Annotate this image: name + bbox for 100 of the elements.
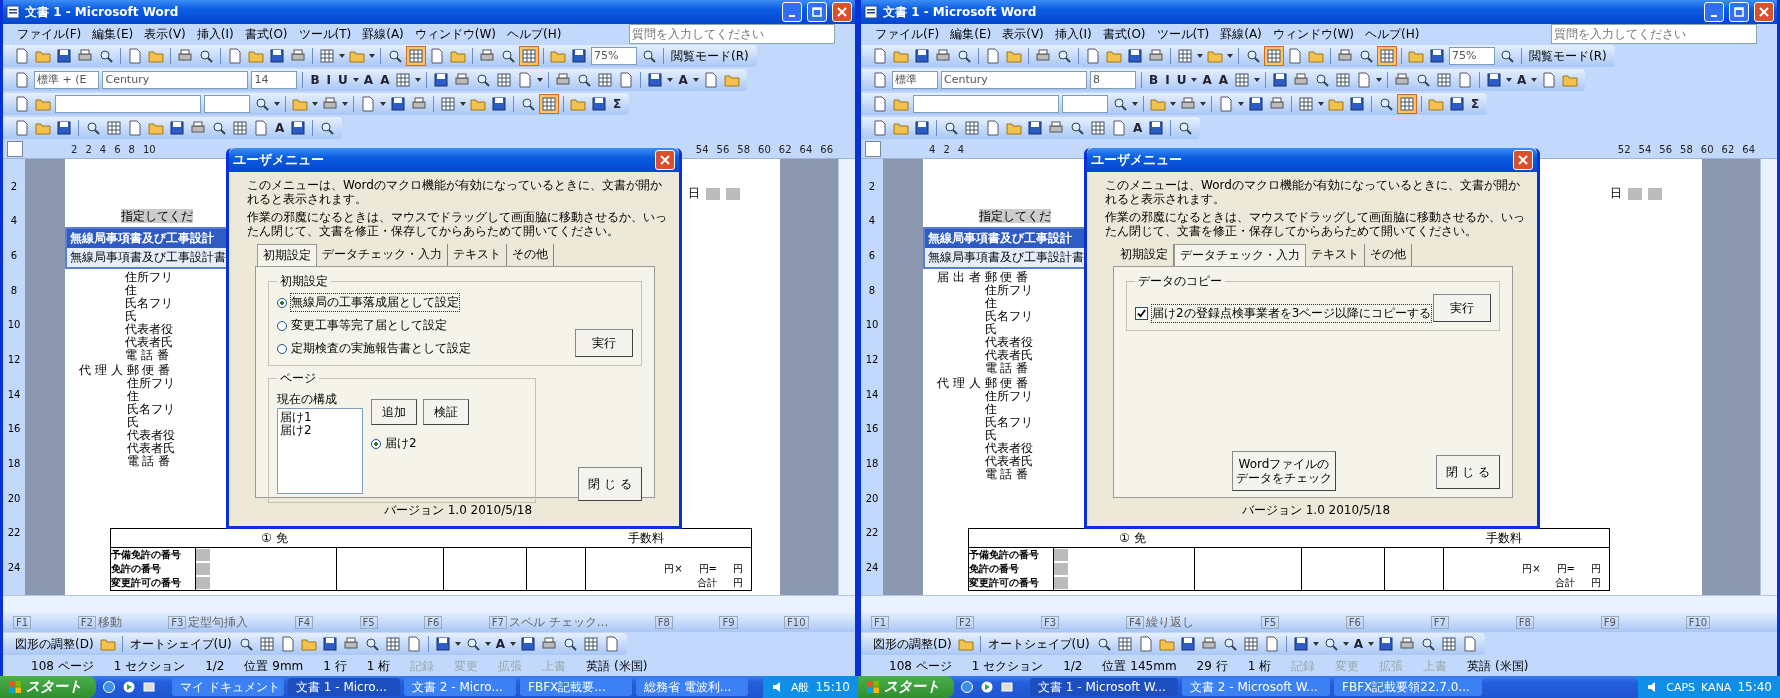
menu-item[interactable]: ヘルプ(H) [507, 25, 562, 43]
list-box[interactable]: 届け1 届け2 [277, 408, 363, 494]
taskbar-button[interactable]: 文書 2 - Microsoft W... [1182, 678, 1330, 696]
radio-button[interactable] [371, 438, 381, 449]
radio-button[interactable] [277, 343, 287, 354]
combo-box[interactable] [55, 95, 201, 113]
magnifier-icon[interactable] [1055, 47, 1073, 65]
caret-icon[interactable] [312, 102, 318, 106]
page-icon[interactable] [428, 47, 446, 65]
grid-icon[interactable] [963, 119, 981, 137]
media-icon[interactable] [122, 680, 136, 694]
caret-icon[interactable] [1312, 642, 1319, 646]
page-icon[interactable] [984, 119, 1002, 137]
grid-icon[interactable] [383, 635, 402, 653]
caret-icon[interactable] [339, 54, 345, 58]
maximize-button[interactable] [807, 2, 827, 22]
grid-icon[interactable] [1440, 635, 1459, 653]
menu-item[interactable]: 挿入(I) [196, 25, 234, 43]
magnifier-icon[interactable] [1111, 95, 1129, 113]
close-button[interactable] [1754, 2, 1774, 22]
grid-icon[interactable] [105, 119, 123, 137]
close-button[interactable] [832, 2, 852, 22]
menu-item[interactable]: ウィンドウ(W) [1272, 25, 1355, 43]
toolbar-button[interactable]: A [1200, 73, 1214, 87]
menu-item[interactable]: ファイル(F) [875, 25, 940, 43]
magnifier-icon[interactable] [84, 119, 102, 137]
reading-mode-button[interactable]: 閲覧モード(R) [1527, 47, 1609, 65]
caret-icon[interactable] [537, 78, 544, 82]
menu-item[interactable]: 表示(V) [1002, 25, 1044, 43]
dropdown-option[interactable]: 無線局事項書及び工事設計書 [67, 248, 229, 267]
list-item[interactable]: 届け2 [280, 424, 360, 437]
grid-icon[interactable] [439, 95, 457, 113]
caret-icon[interactable] [510, 642, 517, 646]
caret-icon[interactable] [454, 642, 461, 646]
toolbar-button[interactable]: A [1216, 73, 1230, 87]
close-button[interactable] [655, 150, 675, 170]
caret-icon[interactable] [1227, 54, 1233, 58]
close-button[interactable] [1513, 150, 1533, 170]
page-icon[interactable] [871, 71, 889, 89]
taskbar-button[interactable]: FBFX記載要... [520, 678, 632, 696]
caret-icon[interactable] [1200, 102, 1206, 106]
magnifier-icon[interactable] [499, 47, 517, 65]
caret-icon[interactable] [274, 102, 280, 106]
toolbar-button[interactable]: B [308, 73, 322, 87]
menu-item[interactable]: 書式(O) [244, 25, 288, 43]
menu-item[interactable]: 編集(E) [92, 25, 134, 43]
menu-item[interactable]: 挿入(I) [1054, 25, 1092, 43]
grid-icon[interactable] [1115, 635, 1134, 653]
caret-icon[interactable] [415, 78, 422, 82]
caret-icon[interactable] [369, 54, 375, 58]
combo-box[interactable]: 8 [1090, 71, 1136, 89]
close-dialog-button[interactable]: 閉 じ る [578, 467, 642, 501]
combo-box[interactable] [913, 95, 1059, 113]
toolbar-button[interactable]: B [1147, 73, 1161, 87]
function-key[interactable]: F10 [1685, 615, 1711, 629]
menu-item[interactable]: ウィンドウ(W) [414, 25, 497, 43]
toolbar-button[interactable]: I [1163, 73, 1172, 87]
grid-icon[interactable] [1333, 71, 1352, 89]
page-icon[interactable] [984, 47, 1002, 65]
caret-icon[interactable] [352, 78, 359, 82]
caret-icon[interactable] [1253, 78, 1260, 82]
grid-icon[interactable] [318, 47, 336, 65]
menu-item[interactable]: 書式(O) [1102, 25, 1146, 43]
desktop-icon[interactable] [1000, 680, 1014, 694]
toolbar-menu[interactable]: 図形の調整(D) [13, 635, 96, 653]
toolbar-button[interactable]: I [324, 73, 334, 87]
caret-icon[interactable] [1505, 78, 1512, 82]
toolbar-button[interactable]: A [273, 121, 287, 135]
function-key[interactable]: F7 [1430, 615, 1449, 629]
run-button[interactable]: 実行 [1433, 294, 1491, 322]
grid-icon[interactable] [231, 119, 249, 137]
grid-icon[interactable] [495, 71, 514, 89]
tab-selector[interactable] [7, 141, 23, 157]
function-key[interactable]: F4 [294, 615, 314, 629]
caret-icon[interactable] [460, 102, 466, 106]
function-key[interactable]: F4 [1125, 615, 1145, 629]
caret-icon[interactable] [1368, 642, 1375, 646]
page-icon[interactable] [1084, 47, 1102, 65]
magnifier-icon[interactable] [1244, 47, 1262, 65]
caret-icon[interactable] [380, 102, 386, 106]
caret-icon[interactable] [1342, 642, 1349, 646]
horizontal-scrollbar[interactable] [861, 595, 1777, 612]
function-key[interactable]: F1 [871, 615, 890, 629]
taskbar-button[interactable]: 文書 1 - Micro... [288, 678, 400, 696]
desktop-icon[interactable] [142, 680, 156, 694]
grid-icon[interactable] [596, 71, 615, 89]
help-search-field[interactable]: 質問を入力してください [629, 24, 835, 44]
menu-item[interactable]: 罫線(A) [1220, 25, 1262, 43]
function-key[interactable]: F5 [1260, 615, 1279, 629]
magnifier-icon[interactable] [1498, 47, 1516, 65]
function-key[interactable]: F5 [359, 615, 378, 629]
vertical-scrollbar[interactable] [838, 159, 855, 595]
radio-button[interactable] [277, 297, 287, 308]
page-icon[interactable] [126, 47, 144, 65]
toolbar-button[interactable]: A [378, 73, 392, 87]
caret-icon[interactable] [1238, 102, 1244, 106]
dialog-button[interactable]: 追加 [371, 399, 417, 425]
caret-icon[interactable] [1191, 78, 1198, 82]
caret-icon[interactable] [1375, 78, 1382, 82]
toolbar-button[interactable]: A [361, 73, 376, 87]
